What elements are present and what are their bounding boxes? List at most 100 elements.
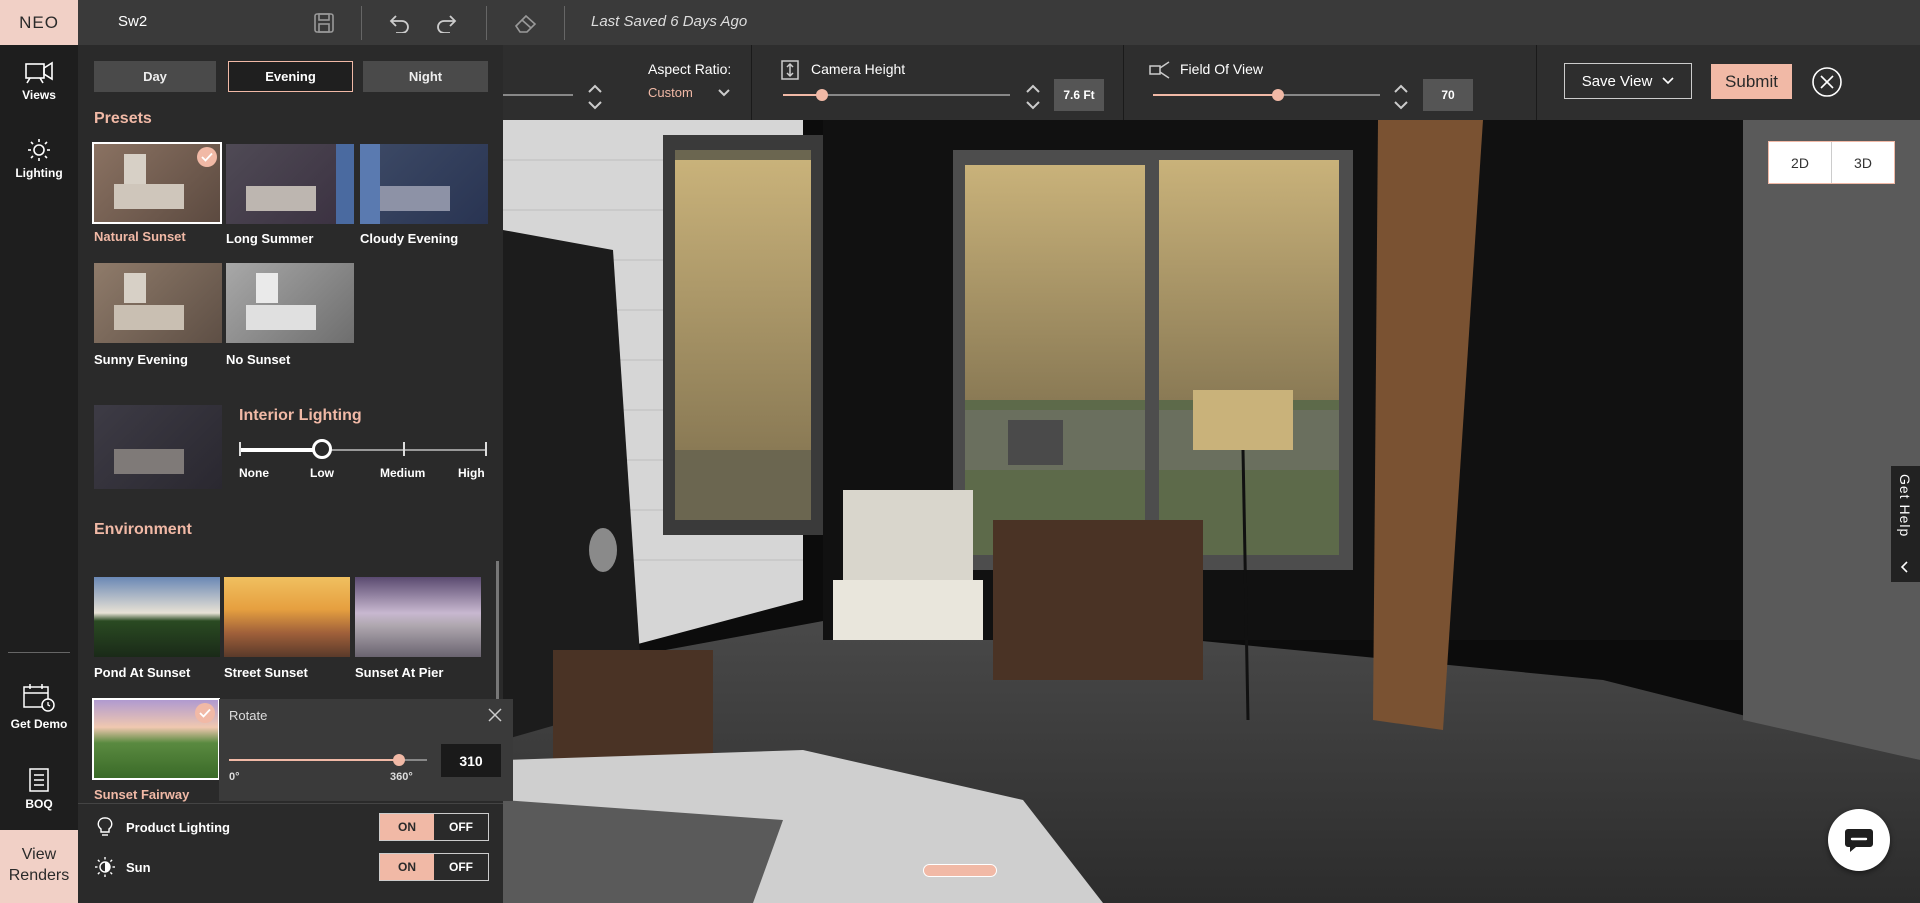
preset-cloudy-evening[interactable]: Cloudy Evening bbox=[360, 144, 488, 246]
3d-viewport[interactable] bbox=[503, 120, 1920, 903]
toolbar-divider bbox=[361, 6, 362, 40]
2d-button[interactable]: 2D bbox=[1769, 142, 1831, 183]
field-of-view-slider-handle[interactable] bbox=[1271, 89, 1284, 101]
rotate-value-input[interactable]: 310 bbox=[441, 744, 501, 777]
product-lighting-toggle: ON OFF bbox=[379, 813, 489, 841]
preset-thumbnail bbox=[360, 144, 488, 224]
toolbar-divider bbox=[751, 45, 752, 120]
environment-label: Sunset Fairway bbox=[94, 787, 190, 802]
environment-label: Street Sunset bbox=[224, 665, 308, 680]
rail-item-views-label: Views bbox=[22, 88, 56, 102]
sun-icon bbox=[28, 139, 50, 161]
bottom-drawer-handle[interactable] bbox=[923, 864, 997, 877]
interior-tick bbox=[239, 442, 241, 456]
environment-label: Sunset At Pier bbox=[355, 665, 444, 680]
3d-button[interactable]: 3D bbox=[1831, 142, 1894, 183]
redo-icon bbox=[437, 15, 457, 33]
field-of-view-icon bbox=[1149, 61, 1170, 79]
camera-height-value[interactable]: 7.6 Ft bbox=[1054, 79, 1104, 111]
preset-no-sunset[interactable]: No Sunset bbox=[226, 263, 354, 367]
interior-level-medium[interactable]: Medium bbox=[380, 466, 425, 480]
chat-button[interactable] bbox=[1828, 809, 1890, 871]
mode-evening-button[interactable]: Evening bbox=[228, 61, 353, 92]
aspect-ratio-value[interactable]: Custom bbox=[648, 85, 693, 100]
interior-lighting-title: Interior Lighting bbox=[239, 407, 362, 424]
sun-off-button[interactable]: OFF bbox=[434, 854, 488, 880]
chevron-down-icon[interactable] bbox=[717, 88, 731, 98]
mode-day-button[interactable]: Day bbox=[94, 61, 216, 92]
environment-thumbnail bbox=[224, 577, 350, 657]
toolbar-divider bbox=[1536, 45, 1537, 120]
save-view-button[interactable]: Save View bbox=[1564, 63, 1692, 99]
redo-button[interactable] bbox=[435, 10, 461, 36]
rail-item-get-demo[interactable]: Get Demo bbox=[0, 683, 78, 731]
interior-lighting-handle[interactable] bbox=[312, 439, 333, 459]
interior-level-high[interactable]: High bbox=[458, 466, 485, 480]
environment-sunset-at-pier[interactable]: Sunset At Pier bbox=[355, 577, 481, 680]
erase-button[interactable] bbox=[513, 10, 539, 36]
view-renders-button[interactable]: View Renders bbox=[0, 830, 78, 903]
close-icon[interactable] bbox=[1811, 66, 1843, 98]
project-name[interactable]: Sw2 bbox=[118, 13, 147, 30]
save-icon bbox=[314, 13, 334, 33]
submit-button[interactable]: Submit bbox=[1711, 64, 1792, 99]
brand-logo[interactable]: NEO bbox=[0, 0, 78, 45]
preset-label: Long Summer bbox=[226, 231, 314, 246]
preset-natural-sunset[interactable]: Natural Sunset bbox=[92, 142, 222, 244]
interior-lighting-fill bbox=[240, 448, 323, 452]
get-help-tab[interactable]: Get Help bbox=[1891, 466, 1920, 582]
sun-icon bbox=[95, 857, 115, 877]
close-icon[interactable] bbox=[487, 707, 503, 723]
sun-on-button[interactable]: ON bbox=[380, 854, 434, 880]
product-lighting-on-button[interactable]: ON bbox=[380, 814, 434, 840]
preset-thumbnail bbox=[226, 263, 354, 343]
camera-height-icon bbox=[781, 60, 799, 80]
environment-street-sunset[interactable]: Street Sunset bbox=[224, 577, 350, 680]
field-of-view-stepper[interactable] bbox=[1393, 82, 1409, 112]
view-renders-line-1: View bbox=[21, 846, 57, 863]
partial-stepper[interactable] bbox=[587, 82, 603, 112]
lightbulb-icon bbox=[97, 817, 113, 836]
view-mode-toggle: 2D 3D bbox=[1768, 141, 1895, 184]
camera-toolbar: Aspect Ratio: Custom Camera Height 7.6 F… bbox=[503, 45, 1920, 120]
undo-button[interactable] bbox=[385, 10, 411, 36]
toolbar-divider bbox=[564, 6, 565, 40]
rail-item-views[interactable]: Views bbox=[0, 58, 78, 102]
rotate-slider-handle[interactable] bbox=[393, 754, 406, 766]
room-render bbox=[503, 120, 1920, 903]
rail-item-lighting[interactable]: Lighting bbox=[0, 138, 78, 180]
preset-sunny-evening[interactable]: Sunny Evening bbox=[94, 263, 222, 367]
field-of-view-fill bbox=[1153, 94, 1278, 96]
interior-level-none[interactable]: None bbox=[239, 466, 269, 480]
rotate-fill bbox=[229, 759, 400, 761]
camera-height-stepper[interactable] bbox=[1025, 82, 1041, 112]
chat-icon bbox=[1845, 829, 1873, 852]
field-of-view-label: Field Of View bbox=[1180, 61, 1263, 77]
get-help-label: Get Help bbox=[1897, 474, 1913, 538]
sun-label: Sun bbox=[126, 860, 151, 875]
environment-thumbnail bbox=[355, 577, 481, 657]
check-icon bbox=[197, 147, 217, 167]
undo-icon bbox=[389, 15, 409, 33]
preset-long-summer[interactable]: Long Summer bbox=[226, 144, 354, 246]
camera-height-slider-handle[interactable] bbox=[815, 89, 828, 101]
interior-level-low[interactable]: Low bbox=[310, 466, 334, 480]
toolbar-divider bbox=[1123, 45, 1124, 120]
environment-thumbnail bbox=[94, 577, 220, 657]
partial-slider-track[interactable] bbox=[503, 94, 573, 96]
rail-item-boq-label: BOQ bbox=[25, 797, 53, 811]
environment-pond-at-sunset[interactable]: Pond At Sunset bbox=[94, 577, 220, 680]
field-of-view-value[interactable]: 70 bbox=[1423, 79, 1473, 111]
save-button[interactable] bbox=[311, 10, 337, 36]
preset-label: No Sunset bbox=[226, 352, 291, 367]
rail-item-boq[interactable]: BOQ bbox=[0, 767, 78, 811]
left-rail: Views Lighting Get Demo BOQ View Renders bbox=[0, 45, 78, 903]
interior-tick bbox=[403, 442, 405, 456]
environment-sunset-fairway[interactable]: Sunset Fairway bbox=[92, 698, 220, 802]
product-lighting-off-button[interactable]: OFF bbox=[434, 814, 488, 840]
mode-night-button[interactable]: Night bbox=[363, 61, 488, 92]
rotate-popup: Rotate 0° 360° 310 bbox=[219, 699, 513, 801]
top-bar: NEO Sw2 Last Saved 6 Days Ago bbox=[0, 0, 1920, 45]
calendar-clock-icon bbox=[23, 684, 55, 712]
rail-item-get-demo-label: Get Demo bbox=[10, 717, 68, 731]
